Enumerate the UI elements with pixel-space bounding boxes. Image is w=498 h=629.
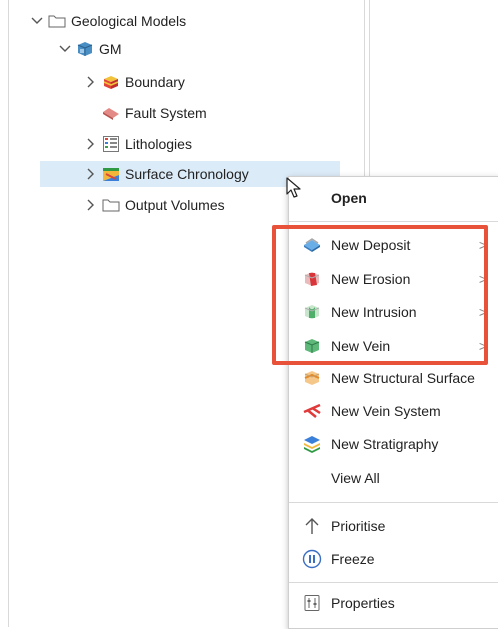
menu-item-label: Prioritise [331,518,386,534]
menu-item-new-stratigraphy[interactable]: New Stratigraphy [289,429,498,459]
folder-icon [48,12,66,30]
arrow-up-icon [301,515,323,537]
tree-item-label: GM [99,41,122,57]
menu-separator [289,502,498,503]
boundary-icon [102,73,120,91]
menu-item-label: New Structural Surface [331,370,475,386]
tree-item-lithologies[interactable]: Lithologies [84,132,192,156]
tree-border [8,0,9,627]
menu-separator [289,221,498,222]
tree-item-output-volumes[interactable]: Output Volumes [84,193,225,217]
tree-item-boundary[interactable]: Boundary [84,70,185,94]
chevron-right-icon[interactable] [84,198,98,212]
chevron-down-icon[interactable] [30,14,44,28]
surface-chronology-icon [102,165,120,183]
folder-icon [102,196,120,214]
tree-item-label: Geological Models [71,13,187,29]
structural-surface-icon [301,367,323,389]
annotation-highlight-box [272,225,488,365]
menu-item-freeze[interactable]: Freeze [289,544,498,574]
menu-item-new-structural-surface[interactable]: New Structural Surface [289,363,498,393]
pause-circle-icon [301,548,323,570]
lithologies-icon [102,135,120,153]
menu-item-label: New Stratigraphy [331,436,439,452]
menu-item-label: Open [331,190,367,206]
tree-item-surface-chronology[interactable]: Surface Chronology [84,162,249,186]
menu-item-label: Freeze [331,551,375,567]
tree-item-label: Output Volumes [125,197,225,213]
geological-model-icon [76,40,94,58]
menu-item-properties[interactable]: Properties [289,588,498,618]
mouse-cursor-icon [286,177,302,202]
menu-item-open[interactable]: Open [289,183,498,213]
tree-item-gm[interactable]: GM [58,37,122,61]
menu-separator [289,582,498,583]
tree-item-fault-system[interactable]: Fault System [102,101,207,125]
chevron-right-icon[interactable] [84,167,98,181]
tree-item-geological-models[interactable]: Geological Models [30,9,186,33]
chevron-right-icon[interactable] [84,75,98,89]
tree-item-label: Lithologies [125,136,192,152]
chevron-right-icon[interactable] [84,137,98,151]
menu-item-new-vein-system[interactable]: New Vein System [289,396,498,426]
stratigraphy-icon [301,433,323,455]
panel-divider-secondary [369,0,370,180]
menu-item-prioritise[interactable]: Prioritise [289,511,498,541]
menu-item-view-all[interactable]: View All [289,463,498,493]
tree-item-label: Boundary [125,74,185,90]
tree-item-label: Surface Chronology [125,166,249,182]
chevron-down-icon[interactable] [58,42,72,56]
fault-system-icon [102,104,120,122]
menu-item-label: Properties [331,595,395,611]
vein-system-icon [301,400,323,422]
menu-item-label: New Vein System [331,403,441,419]
tree-item-label: Fault System [125,105,207,121]
properties-icon [301,592,323,614]
menu-item-label: View All [331,470,380,486]
